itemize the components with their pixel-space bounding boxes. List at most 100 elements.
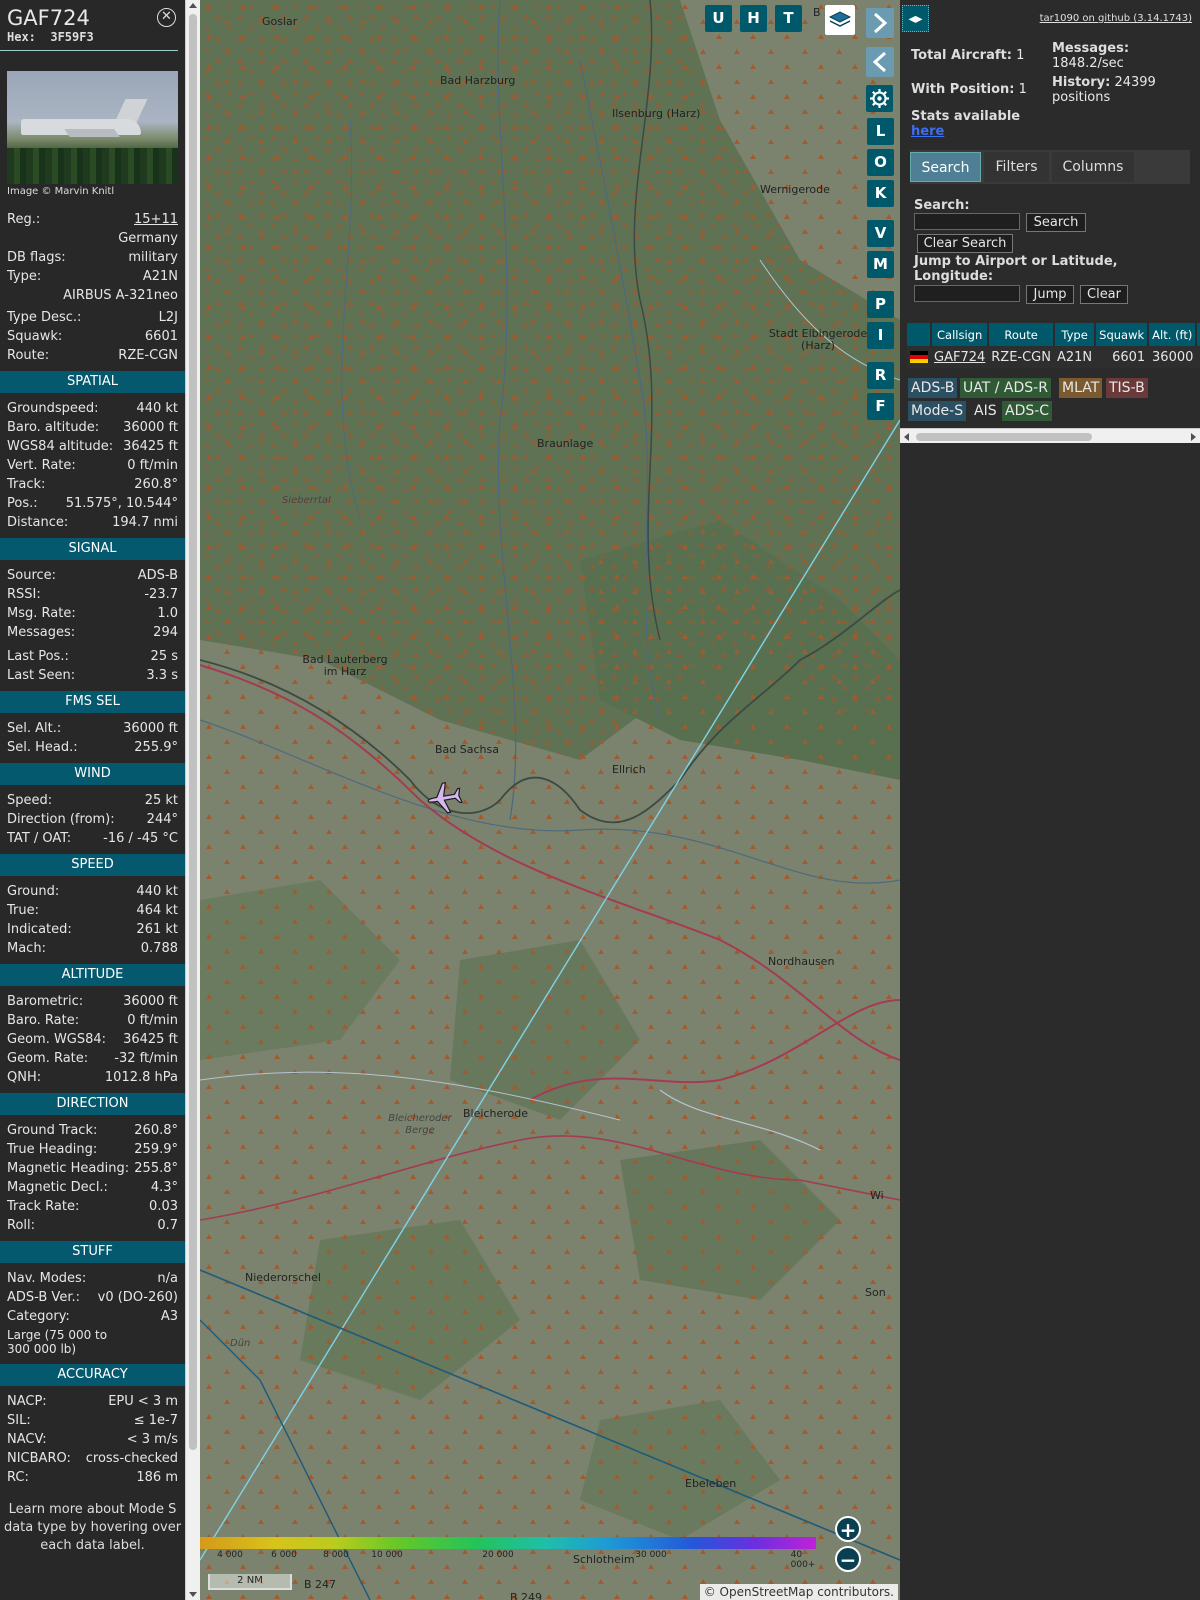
detail-label[interactable]: True: <box>7 901 39 920</box>
github-link[interactable]: tar1090 on github (3.14.1743) <box>1040 13 1192 24</box>
detail-label[interactable]: Track: <box>7 475 45 494</box>
map-button-l[interactable]: L <box>867 118 894 145</box>
legend-uat-ads-r[interactable]: UAT / ADS-R <box>960 378 1051 398</box>
detail-label[interactable]: Geom. Rate: <box>7 1049 88 1068</box>
map-button-v[interactable]: V <box>867 220 894 247</box>
map-button-u[interactable]: U <box>705 5 732 32</box>
aircraft-icon[interactable] <box>425 778 465 818</box>
clear-button[interactable]: Clear <box>1080 285 1128 304</box>
jump-input[interactable] <box>914 285 1020 302</box>
detail-label[interactable]: Messages: <box>7 623 75 642</box>
detail-label[interactable]: DB flags: <box>7 248 66 267</box>
col-type[interactable]: Type <box>1053 323 1097 346</box>
detail-label[interactable]: Direction (from): <box>7 810 115 829</box>
col-squawk[interactable]: Squawk <box>1095 323 1150 346</box>
legend-mlat[interactable]: MLAT <box>1059 378 1103 398</box>
detail-label[interactable]: Ground: <box>7 882 59 901</box>
jump-button[interactable]: Jump <box>1026 285 1074 304</box>
search-input[interactable] <box>914 213 1020 230</box>
minus-icon[interactable]: − <box>835 1546 861 1572</box>
detail-label[interactable]: Geom. WGS84: <box>7 1030 106 1049</box>
detail-label[interactable]: Indicated: <box>7 920 72 939</box>
map-button-p[interactable]: P <box>867 291 894 318</box>
detail-label[interactable]: Category: <box>7 1307 70 1326</box>
map-button-t[interactable]: T <box>775 5 802 32</box>
detail-label[interactable]: WGS84 altitude: <box>7 437 113 456</box>
map-button-k[interactable]: K <box>867 180 894 207</box>
map-button-i[interactable]: I <box>867 322 894 349</box>
detail-label[interactable]: Reg.: <box>7 210 40 229</box>
detail-label[interactable]: True Heading: <box>7 1140 97 1159</box>
detail-label[interactable]: Magnetic Heading: <box>7 1159 129 1178</box>
detail-label[interactable]: QNH: <box>7 1068 41 1087</box>
legend-tis-b[interactable]: TIS-B <box>1106 378 1148 398</box>
col-altitude[interactable]: Alt. (ft) <box>1148 323 1198 346</box>
detail-label[interactable]: Route: <box>7 346 49 365</box>
close-icon[interactable]: ✕ <box>157 8 176 27</box>
map-button-m[interactable]: M <box>867 251 894 278</box>
plus-icon[interactable]: + <box>835 1516 861 1542</box>
detail-scrollbar[interactable] <box>185 0 200 1600</box>
detail-label[interactable]: Sel. Head.: <box>7 738 78 757</box>
gear-icon[interactable] <box>866 85 893 112</box>
col-speed[interactable]: S <box>1196 323 1200 346</box>
tab-filters[interactable]: Filters <box>984 152 1049 182</box>
detail-label[interactable]: NACV: <box>7 1430 47 1449</box>
tab-columns[interactable]: Columns <box>1052 152 1134 182</box>
detail-label[interactable]: Msg. Rate: <box>7 604 76 623</box>
detail-label[interactable]: ADS-B Ver.: <box>7 1288 80 1307</box>
detail-label[interactable]: Vert. Rate: <box>7 456 76 475</box>
detail-label[interactable]: Squawk: <box>7 327 62 346</box>
detail-label[interactable]: Mach: <box>7 939 46 958</box>
detail-label[interactable]: SIL: <box>7 1411 31 1430</box>
detail-label[interactable]: Groundspeed: <box>7 399 98 418</box>
detail-label[interactable]: Type: <box>7 267 41 286</box>
layers-icon[interactable] <box>825 5 855 35</box>
detail-label[interactable]: RSSI: <box>7 585 41 604</box>
table-row[interactable]: GAF724 RZE-CGN A21N 6601 36000 <box>907 346 1200 368</box>
detail-label[interactable]: Pos.: <box>7 494 38 513</box>
search-button[interactable]: Search <box>1026 213 1086 232</box>
detail-label[interactable]: Distance: <box>7 513 68 532</box>
detail-label[interactable]: Magnetic Decl.: <box>7 1178 108 1197</box>
detail-label[interactable]: Speed: <box>7 791 52 810</box>
detail-label[interactable]: NICBARO: <box>7 1449 71 1468</box>
detail-label[interactable]: Ground Track: <box>7 1121 97 1140</box>
detail-label[interactable]: Nav. Modes: <box>7 1269 86 1288</box>
chevron-right-icon[interactable] <box>866 8 894 38</box>
map-button-h[interactable]: H <box>740 5 767 32</box>
map-button-o[interactable]: O <box>867 149 894 176</box>
legend-mode-s[interactable]: Mode-S <box>908 401 967 421</box>
detail-label[interactable]: NACP: <box>7 1392 47 1411</box>
chevron-left-icon[interactable] <box>866 47 894 77</box>
legend-ais[interactable]: AIS <box>971 401 1000 421</box>
detail-label[interactable]: Baro. Rate: <box>7 1011 79 1030</box>
legend-ads-c[interactable]: ADS-C <box>1002 401 1053 421</box>
clear-search-button[interactable]: Clear Search <box>917 234 1013 253</box>
col-callsign[interactable]: Callsign <box>931 323 990 346</box>
detail-label[interactable]: Sel. Alt.: <box>7 719 61 738</box>
table-scrollbar[interactable] <box>900 428 1200 443</box>
osm-link[interactable]: OpenStreetMap <box>720 1585 814 1599</box>
legend-ads-b[interactable]: ADS-B <box>908 378 958 398</box>
col-route[interactable]: Route <box>988 323 1055 346</box>
detail-label[interactable]: Roll: <box>7 1216 35 1235</box>
stats-here-link[interactable]: here <box>911 124 944 139</box>
map-view[interactable]: Goslar Bad Harzburg Ilsenburg (Harz) Wernig… <box>200 0 900 1600</box>
detail-label[interactable]: Baro. altitude: <box>7 418 99 437</box>
row-callsign[interactable]: GAF724 <box>934 350 985 365</box>
detail-label[interactable]: Type Desc.: <box>7 308 81 327</box>
map-button-r[interactable]: R <box>867 362 894 389</box>
detail-label[interactable]: Last Seen: <box>7 666 75 685</box>
sidebar-toggle-button[interactable]: ◂▸ <box>902 5 929 32</box>
detail-label[interactable]: Last Pos.: <box>7 647 69 666</box>
col-flag[interactable] <box>907 323 932 346</box>
detail-label[interactable]: Source: <box>7 566 56 585</box>
detail-value[interactable]: 15+11 <box>134 210 178 229</box>
tab-search[interactable]: Search <box>910 152 981 182</box>
detail-label[interactable]: TAT / OAT: <box>7 829 71 848</box>
detail-label[interactable]: Barometric: <box>7 992 83 1011</box>
map-button-f[interactable]: F <box>867 393 894 420</box>
detail-label[interactable]: RC: <box>7 1468 29 1487</box>
detail-label[interactable]: Track Rate: <box>7 1197 79 1216</box>
